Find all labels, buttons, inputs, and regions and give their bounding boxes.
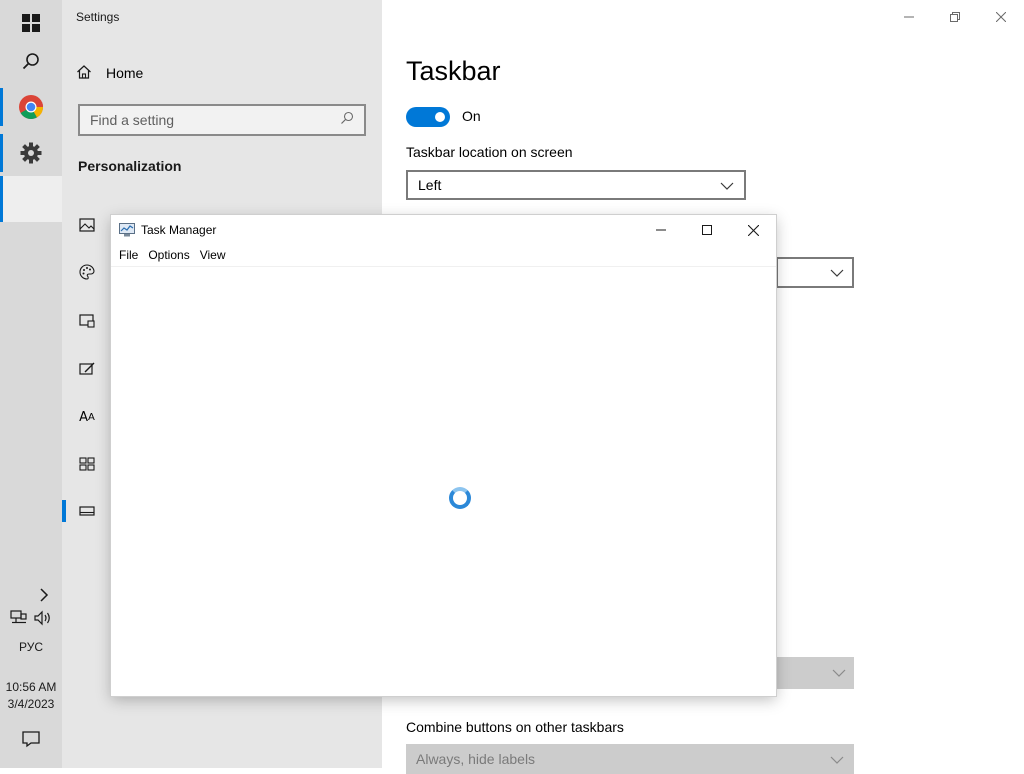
- chevron-right-icon[interactable]: [34, 584, 54, 606]
- minimize-button[interactable]: [886, 4, 932, 30]
- taskbar-location-dropdown[interactable]: Left: [406, 170, 746, 200]
- combine-buttons-dropdown[interactable]: [776, 257, 854, 288]
- notification-icon[interactable]: [19, 728, 43, 750]
- start-icon: [78, 455, 96, 473]
- task-manager-window[interactable]: Task Manager File Options View: [111, 215, 776, 696]
- window-title: Task Manager: [141, 223, 217, 237]
- title-bar[interactable]: Task Manager: [111, 215, 776, 245]
- language-indicator[interactable]: РУС: [0, 640, 62, 654]
- chrome-icon[interactable]: [0, 84, 62, 130]
- settings-gear-icon[interactable]: [0, 130, 62, 176]
- disabled-dropdown: [776, 657, 854, 689]
- close-button[interactable]: [730, 215, 776, 245]
- chevron-down-icon: [720, 177, 734, 193]
- location-label: Taskbar location on screen: [406, 144, 573, 160]
- loading-spinner-icon: [449, 487, 471, 509]
- home-icon: [76, 64, 92, 83]
- sidebar-item-label: Home: [106, 65, 144, 81]
- system-tray: [10, 609, 56, 631]
- toggle-knob: [435, 112, 445, 122]
- network-icon[interactable]: [10, 609, 28, 631]
- menu-divider: [111, 266, 776, 267]
- taskbar-icon: [78, 502, 96, 520]
- search-icon[interactable]: [340, 111, 354, 130]
- lock-taskbar-toggle[interactable]: [406, 107, 450, 127]
- menu-file[interactable]: File: [117, 245, 146, 267]
- chevron-down-icon: [832, 664, 846, 682]
- background-icon: [78, 216, 96, 234]
- search-setting-field[interactable]: [78, 104, 366, 136]
- menu-view[interactable]: View: [198, 245, 234, 267]
- dropdown-value: Left: [418, 177, 442, 193]
- taskbar-app-slot[interactable]: [3, 176, 62, 222]
- menu-options[interactable]: Options: [146, 245, 197, 267]
- menu-bar: File Options View: [111, 245, 776, 267]
- toggle-state-label: On: [462, 108, 481, 124]
- window-title: Settings: [76, 10, 120, 24]
- taskbar: РУС 10:56 AM 3/4/2023: [0, 0, 62, 768]
- clock-time: 10:56 AM: [5, 680, 57, 694]
- dropdown-value: Always, hide labels: [416, 751, 536, 767]
- section-title: Personalization: [78, 158, 182, 174]
- fonts-icon: AA: [79, 409, 95, 425]
- combine-other-dropdown: Always, hide labels: [406, 744, 854, 774]
- clock-date: 3/4/2023: [7, 697, 55, 711]
- colors-icon: [78, 263, 96, 281]
- close-button[interactable]: [978, 4, 1024, 30]
- chevron-down-icon: [830, 751, 844, 767]
- restore-button[interactable]: [932, 4, 978, 30]
- themes-icon: [78, 360, 96, 378]
- maximize-button[interactable]: [684, 215, 730, 245]
- page-title: Taskbar: [406, 56, 501, 86]
- volume-icon[interactable]: [34, 610, 52, 631]
- clock[interactable]: 10:56 AM 3/4/2023: [0, 679, 62, 713]
- combine-other-label: Combine buttons on other taskbars: [406, 719, 624, 735]
- minimize-button[interactable]: [638, 215, 684, 245]
- task-manager-icon: [119, 223, 135, 237]
- selected-indicator: [62, 500, 66, 522]
- search-icon[interactable]: [0, 38, 62, 84]
- chevron-down-icon: [830, 264, 844, 282]
- lock-screen-icon: [78, 312, 96, 330]
- sidebar-item-home[interactable]: Home: [76, 60, 143, 86]
- search-input[interactable]: [90, 112, 340, 128]
